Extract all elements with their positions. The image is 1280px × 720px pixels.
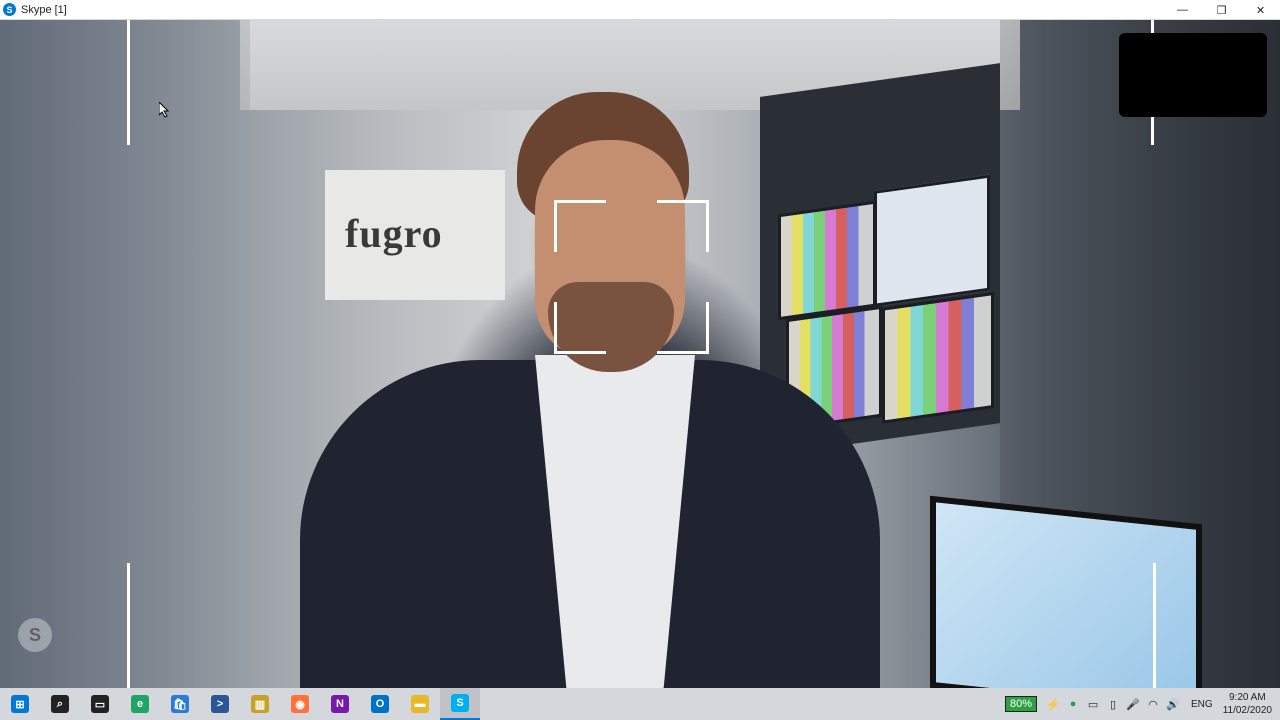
background-monitor (874, 174, 990, 307)
clock-date: 11/02/2020 (1222, 705, 1272, 716)
skype-taskbar-icon[interactable]: S (440, 688, 480, 720)
edge-icon[interactable]: e (120, 688, 160, 720)
close-button[interactable]: ✕ (1241, 0, 1280, 20)
restore-button[interactable]: ❐ (1202, 0, 1241, 20)
self-view-preview[interactable] (1119, 33, 1267, 117)
powershell-icon-glyph: > (211, 695, 229, 713)
taskbar-items: ⊞ ⌕ ▭ e 🛍 > ▥ ◉ N O ▬ S (0, 688, 480, 720)
microphone-icon[interactable]: 🎤 (1123, 698, 1143, 711)
background-logo-text: fugro (345, 211, 443, 256)
start-icon-glyph: ⊞ (11, 695, 29, 713)
mouse-cursor-icon (159, 102, 169, 118)
wifi-icon[interactable]: ◠ (1143, 698, 1163, 711)
clock[interactable]: 9:20 AM 11/02/2020 (1223, 691, 1272, 717)
face-focus-corner-bottom-right (657, 302, 709, 354)
face-focus-corner-bottom-left (554, 302, 606, 354)
task-view-icon-glyph: ▭ (91, 695, 109, 713)
search-icon-glyph: ⌕ (51, 695, 69, 713)
edge-icon-glyph: e (131, 695, 149, 713)
task-view-icon[interactable]: ▭ (80, 688, 120, 720)
file-explorer-icon[interactable]: ▬ (400, 688, 440, 720)
frame-guide-line (1153, 563, 1156, 688)
skype-watermark-icon: S (18, 618, 52, 652)
system-tray: 80% ⚡ ● ▭ ▯ 🎤 ◠ 🔊 ENG 9:20 AM 11/02/2020 (1004, 688, 1280, 720)
face-focus-corner-top-left (554, 200, 606, 252)
network-device-icon[interactable]: ▭ (1083, 698, 1103, 711)
security-icon[interactable]: ● (1063, 698, 1083, 710)
firefox-icon[interactable]: ◉ (280, 688, 320, 720)
outlook-icon[interactable]: O (360, 688, 400, 720)
search-icon[interactable]: ⌕ (40, 688, 80, 720)
library-icon[interactable]: ▥ (240, 688, 280, 720)
background-monitor (778, 200, 876, 321)
background-monitor (882, 291, 994, 424)
frame-guide-line (127, 20, 130, 145)
window-title-bar: S Skype [1] — ❐ ✕ (0, 0, 1280, 20)
video-feed[interactable]: fugro S (0, 20, 1280, 688)
face-focus-corner-top-right (657, 200, 709, 252)
start-icon[interactable]: ⊞ (0, 688, 40, 720)
power-icon[interactable]: ⚡ (1043, 698, 1063, 711)
skype-icon: S (3, 3, 16, 16)
onenote-icon[interactable]: N (320, 688, 360, 720)
background-glass-wall (0, 20, 250, 688)
minimize-button[interactable]: — (1163, 0, 1202, 20)
window-controls: — ❐ ✕ (1163, 0, 1280, 20)
volume-icon[interactable]: 🔊 (1163, 698, 1183, 711)
powershell-icon[interactable]: > (200, 688, 240, 720)
clock-time: 9:20 AM (1228, 692, 1266, 703)
skype-taskbar-icon-glyph: S (451, 694, 469, 712)
background-desk-monitor (930, 495, 1202, 688)
file-explorer-icon-glyph: ▬ (411, 695, 429, 713)
taskbar: ⊞ ⌕ ▭ e 🛍 > ▥ ◉ N O ▬ S 80% ⚡ ● ▭ ▯ 🎤 ◠ 🔊 ENG 9:20 … (0, 688, 1280, 720)
outlook-icon-glyph: O (371, 695, 389, 713)
language-indicator[interactable]: ENG (1191, 699, 1213, 710)
window-title: Skype [1] (21, 3, 67, 16)
battery-indicator[interactable]: 80% (1004, 696, 1038, 712)
usb-icon[interactable]: ▯ (1103, 698, 1123, 711)
store-icon[interactable]: 🛍 (160, 688, 200, 720)
frame-guide-line (127, 563, 130, 688)
store-icon-glyph: 🛍 (171, 695, 189, 713)
library-icon-glyph: ▥ (251, 695, 269, 713)
onenote-icon-glyph: N (331, 695, 349, 713)
firefox-icon-glyph: ◉ (291, 695, 309, 713)
